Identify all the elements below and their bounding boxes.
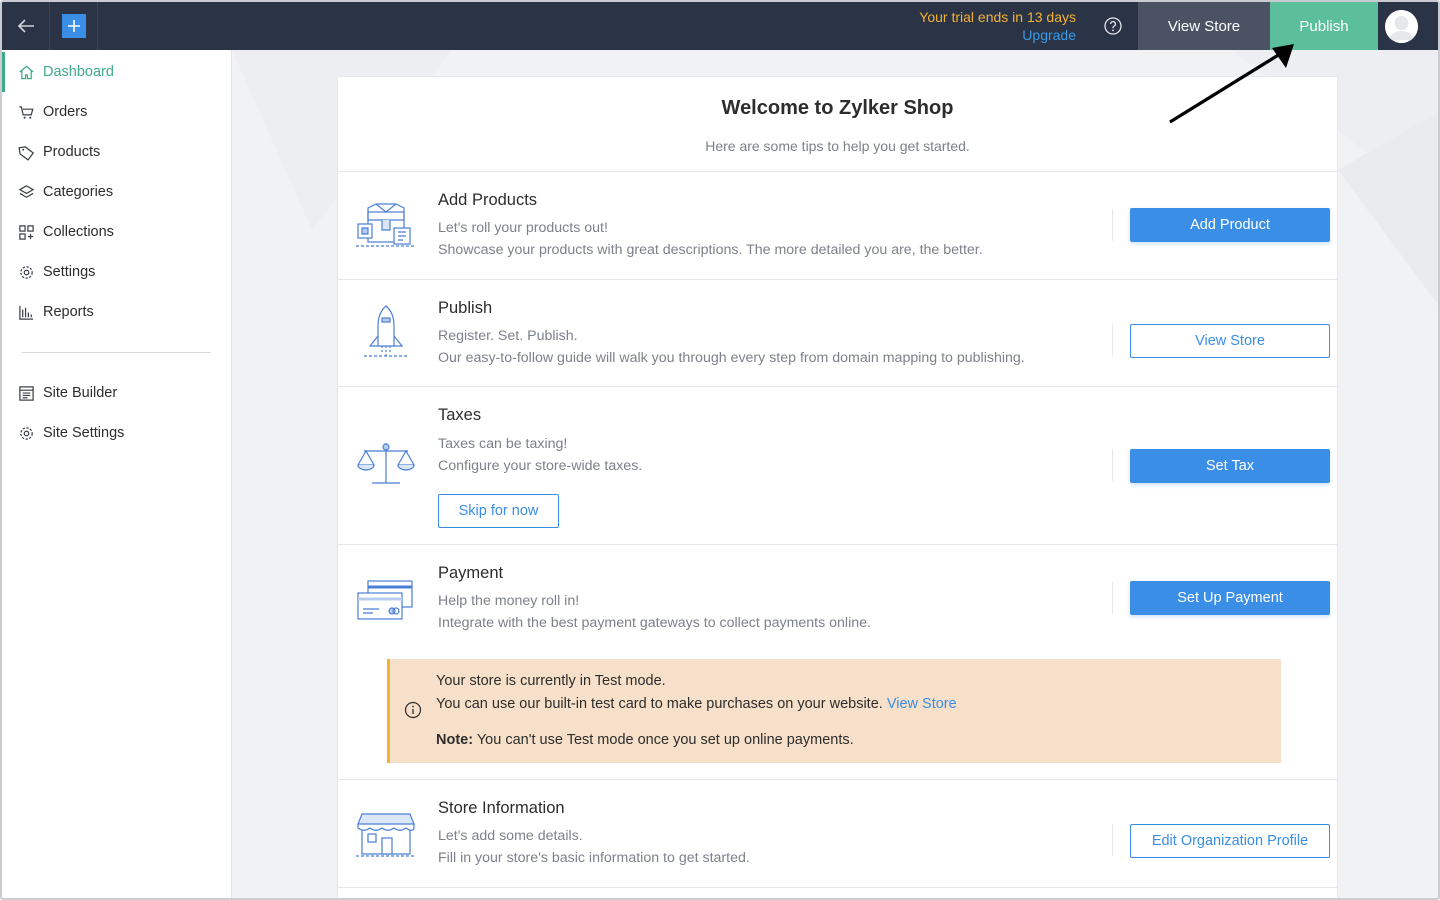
plus-icon <box>68 20 80 32</box>
payment-card-icon <box>357 580 413 620</box>
add-product-button[interactable]: Add Product <box>1130 208 1330 242</box>
rocket-icon <box>364 305 408 357</box>
step-tagline: Help the money roll in! <box>438 593 580 609</box>
step-divider <box>1112 324 1113 356</box>
sidebar-item-label: Products <box>43 144 101 160</box>
welcome-header: Welcome to Zylker Shop Here are some tip… <box>338 77 1337 172</box>
step-payment: Payment Help the money roll in! Integrat… <box>338 545 1337 780</box>
step-description: Our easy-to-follow guide will walk you t… <box>438 350 1025 366</box>
page-subtitle: Here are some tips to help you get start… <box>705 138 970 154</box>
sidebar-item-label: Dashboard <box>43 64 114 80</box>
step-description: Fill in your store's basic information t… <box>438 850 750 866</box>
sidebar-item-label: Categories <box>43 184 114 200</box>
step-publish: Publish Register. Set. Publish. Our easy… <box>338 280 1337 387</box>
sidebar-item-collections[interactable]: Collections <box>2 212 231 252</box>
trial-text: Your trial ends in 13 days <box>919 9 1076 25</box>
step-divider <box>1112 582 1113 614</box>
sidebar-item-settings[interactable]: Settings <box>2 252 231 292</box>
sidebar-item-label: Settings <box>43 264 96 280</box>
arrow-left-icon <box>17 19 34 33</box>
sidebar-item-orders[interactable]: Orders <box>2 92 231 132</box>
edit-organization-profile-button[interactable]: Edit Organization Profile <box>1130 824 1330 858</box>
topbar-divider <box>97 2 98 50</box>
sidebar-item-site-builder[interactable]: Site Builder <box>2 373 231 413</box>
grid-icon <box>19 224 34 240</box>
main-content: Welcome to Zylker Shop Here are some tip… <box>232 50 1438 898</box>
step-title: Publish <box>438 299 493 317</box>
step-title: Store Information <box>438 799 565 817</box>
sidebar-item-reports[interactable]: Reports <box>2 292 231 332</box>
step-tagline: Let's roll your products out! <box>438 220 608 236</box>
step-add-products: Add Products Let's roll your products ou… <box>338 172 1337 280</box>
info-icon <box>404 701 422 719</box>
products-illustration-icon <box>356 203 416 247</box>
page-title: Welcome to Zylker Shop <box>721 97 954 119</box>
step-divider <box>1112 824 1113 856</box>
step-description: Showcase your products with great descri… <box>438 242 983 258</box>
note-text: You can't use Test mode once you set up … <box>476 732 854 748</box>
set-tax-button[interactable]: Set Tax <box>1130 449 1330 483</box>
step-description: Configure your store-wide taxes. <box>438 458 643 474</box>
step-title: Add Products <box>438 191 538 209</box>
sidebar-item-label: Reports <box>43 304 94 320</box>
set-up-payment-button[interactable]: Set Up Payment <box>1130 581 1330 615</box>
home-icon <box>19 65 34 79</box>
view-store-button[interactable]: View Store <box>1138 2 1270 50</box>
trial-notice: Your trial ends in 13 days Upgrade <box>919 8 1076 44</box>
notice-note: Note: You can't use Test mode once you s… <box>436 732 854 748</box>
layers-icon <box>18 184 35 198</box>
step-tagline: Taxes can be taxing! <box>438 436 568 452</box>
sidebar-item-label: Orders <box>43 104 88 120</box>
note-label: Note: <box>436 732 474 748</box>
publish-button[interactable]: Publish <box>1270 2 1378 50</box>
upgrade-link[interactable]: Upgrade <box>919 26 1076 44</box>
test-mode-notice: Your store is currently in Test mode. Yo… <box>387 659 1281 763</box>
step-tagline: Register. Set. Publish. <box>438 328 578 344</box>
sidebar-item-products[interactable]: Products <box>2 132 231 172</box>
scale-icon <box>356 443 416 484</box>
view-store-step-button[interactable]: View Store <box>1130 324 1330 358</box>
notice-line: Your store is currently in Test mode. <box>436 673 666 689</box>
step-divider <box>1112 449 1113 481</box>
notice-text: You can use our built-in test card to ma… <box>436 696 883 712</box>
sidebar-item-site-settings[interactable]: Site Settings <box>2 413 231 453</box>
step-taxes: Taxes Taxes can be taxing! Configure you… <box>338 387 1337 545</box>
getting-started-card: Welcome to Zylker Shop Here are some tip… <box>337 76 1338 898</box>
app-window: Your trial ends in 13 days Upgrade View … <box>0 0 1440 900</box>
help-icon[interactable] <box>1103 16 1123 36</box>
notice-line: You can use our built-in test card to ma… <box>436 696 957 712</box>
sidebar-divider <box>22 352 211 353</box>
avatar[interactable] <box>1385 10 1418 43</box>
sidebar: Dashboard Orders Products Categories Col… <box>2 50 232 898</box>
gear-icon <box>20 426 33 440</box>
tag-icon <box>18 145 35 161</box>
bar-chart-icon <box>19 305 34 320</box>
sidebar-item-dashboard[interactable]: Dashboard <box>2 52 231 92</box>
sidebar-item-label: Site Settings <box>43 425 125 441</box>
step-description: Integrate with the best payment gateways… <box>438 615 871 631</box>
storefront-icon <box>356 813 416 857</box>
cart-icon <box>19 105 34 119</box>
skip-for-now-button[interactable]: Skip for now <box>438 494 559 528</box>
step-tagline: Let's add some details. <box>438 828 583 844</box>
user-icon <box>1385 10 1418 43</box>
gear-icon <box>20 265 33 279</box>
sidebar-item-label: Collections <box>43 224 114 240</box>
step-divider <box>1112 209 1113 241</box>
site-builder-icon <box>19 385 34 401</box>
sidebar-item-categories[interactable]: Categories <box>2 172 231 212</box>
sidebar-item-label: Site Builder <box>43 385 118 401</box>
step-title: Taxes <box>438 406 482 424</box>
step-store-information: Store Information Let's add some details… <box>338 780 1337 888</box>
step-title: Payment <box>438 564 504 582</box>
top-bar: Your trial ends in 13 days Upgrade View … <box>2 2 1438 50</box>
view-store-link[interactable]: View Store <box>887 696 957 712</box>
back-button[interactable] <box>2 2 50 50</box>
add-button[interactable] <box>62 14 86 38</box>
